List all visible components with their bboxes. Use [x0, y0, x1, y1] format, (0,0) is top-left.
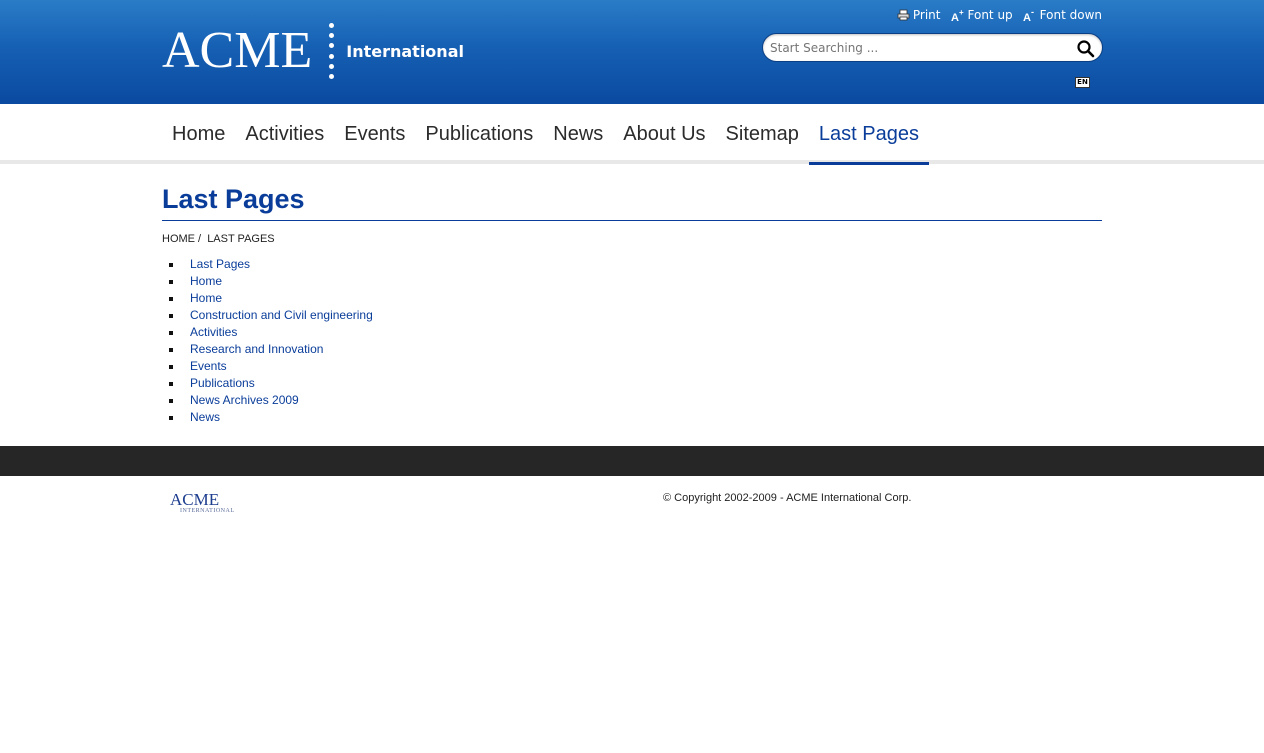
font-down-button[interactable]: A - Font down — [1023, 8, 1102, 22]
list-item: Events — [162, 358, 373, 375]
search-box — [762, 33, 1103, 62]
nav-item-news[interactable]: News — [543, 104, 613, 164]
page-link[interactable]: Research and Innovation — [190, 342, 323, 356]
page-link[interactable]: Home — [190, 291, 222, 305]
font-up-button[interactable]: A + Font up — [951, 8, 1013, 22]
copyright-text: © Copyright 2002-2009 - ACME Internation… — [663, 492, 912, 504]
page-tools: Print A + Font up A - Font down — [897, 8, 1102, 22]
breadcrumb-home[interactable]: HOME / — [162, 233, 201, 245]
list-item: Publications — [162, 375, 373, 392]
list-item: Activities — [162, 324, 373, 341]
printer-icon — [897, 9, 910, 21]
page-link[interactable]: News Archives 2009 — [190, 393, 299, 407]
svg-text:A: A — [1023, 12, 1031, 22]
list-item: Research and Innovation — [162, 341, 373, 358]
list-item: Home — [162, 273, 373, 290]
page-link[interactable]: Last Pages — [190, 257, 250, 271]
page-title: Last Pages — [162, 184, 1102, 221]
list-item: Home — [162, 290, 373, 307]
breadcrumb: HOME / LAST PAGES — [162, 233, 278, 245]
print-label: Print — [912, 8, 941, 22]
list-item: Last Pages — [162, 256, 373, 273]
nav-item-last-pages[interactable]: Last Pages — [808, 104, 929, 165]
font-increase-icon: A + — [951, 9, 964, 22]
svg-text:-: - — [1031, 9, 1034, 17]
list-item: Construction and Civil engineering — [162, 307, 373, 324]
breadcrumb-current: LAST PAGES — [207, 233, 275, 245]
language-flag-en[interactable]: EN — [1075, 77, 1090, 88]
footer-logo[interactable]: ACME INTERNATIONAL — [170, 491, 240, 515]
list-item: News Archives 2009 — [162, 392, 373, 409]
font-up-label: Font up — [967, 8, 1013, 22]
logo-text: ACME — [162, 22, 313, 79]
footer-logo-subtitle: INTERNATIONAL — [180, 508, 235, 514]
search-icon[interactable] — [1076, 39, 1096, 59]
page-link[interactable]: Construction and Civil engineering — [190, 308, 373, 322]
nav-item-events[interactable]: Events — [334, 104, 415, 164]
svg-text:A: A — [951, 12, 959, 22]
nav-item-about-us[interactable]: About Us — [613, 104, 715, 164]
site-header: ACME International Print A + Font up A - — [0, 0, 1264, 104]
logo-dots-divider — [328, 23, 334, 79]
font-down-label: Font down — [1039, 8, 1102, 22]
footer-bar — [0, 446, 1264, 476]
last-pages-list: Last Pages Home Home Construction and Ci… — [162, 256, 373, 426]
nav-item-publications[interactable]: Publications — [415, 104, 543, 164]
font-decrease-icon: A - — [1023, 9, 1034, 22]
nav-item-activities[interactable]: Activities — [235, 104, 334, 164]
logo-subtitle: International — [346, 41, 464, 61]
page-link[interactable]: Events — [190, 359, 227, 373]
page-link[interactable]: News — [190, 410, 220, 424]
list-item: News — [162, 409, 373, 426]
nav-item-home[interactable]: Home — [162, 104, 235, 164]
page-link[interactable]: Publications — [190, 376, 255, 390]
svg-text:+: + — [959, 9, 964, 17]
nav-item-sitemap[interactable]: Sitemap — [716, 104, 809, 164]
site-logo[interactable]: ACME International — [162, 22, 464, 80]
print-button[interactable]: Print — [897, 8, 941, 22]
search-input[interactable] — [770, 39, 1070, 57]
main-nav: Home Activities Events Publications News… — [0, 104, 1264, 165]
page-link[interactable]: Activities — [190, 325, 237, 339]
footer-logo-text: ACME — [170, 490, 220, 509]
page-link[interactable]: Home — [190, 274, 222, 288]
